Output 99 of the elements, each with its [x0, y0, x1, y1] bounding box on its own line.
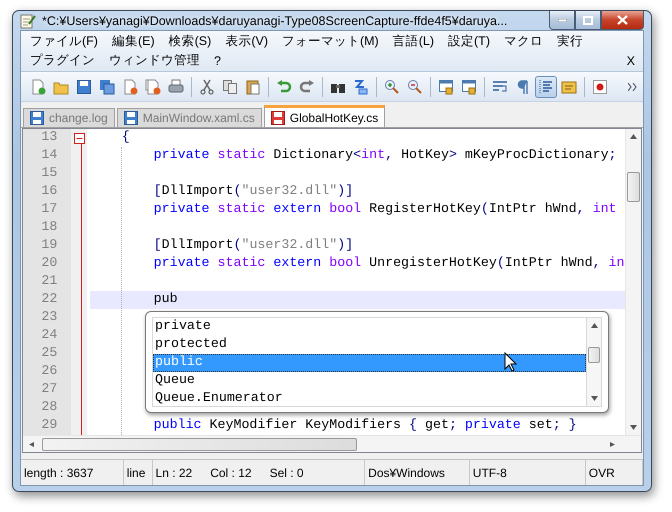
menu-item[interactable]: 実行 — [550, 33, 590, 50]
menu-item[interactable]: 表示(V) — [218, 33, 275, 50]
menu-item[interactable]: ウィンドウ管理 — [102, 52, 207, 69]
suggestion-item[interactable]: Queue.Enumerator — [153, 390, 586, 408]
line-number: 28 — [40, 399, 58, 416]
code-line: private static extern bool UnregisterHotKey(IntPtr hWnd, in — [152, 255, 625, 272]
line-number: 29 — [40, 417, 58, 434]
line-number: 27 — [40, 381, 58, 398]
menu-item[interactable]: 設定(T) — [441, 33, 497, 50]
redo-icon — [299, 78, 315, 94]
status-text: UTF-8 — [472, 466, 507, 480]
scroll-up-icon[interactable] — [590, 323, 598, 328]
record-icon — [592, 78, 608, 94]
line-number: 15 — [40, 165, 58, 182]
close-button[interactable] — [601, 11, 644, 30]
replace-icon — [353, 78, 369, 94]
line-number: 21 — [40, 273, 58, 290]
scroll-thumb[interactable] — [588, 347, 600, 363]
pilcrow-icon — [515, 78, 531, 94]
print-icon — [168, 78, 184, 94]
scroll-up-icon[interactable] — [630, 134, 637, 139]
popup-scrollbar[interactable] — [586, 317, 602, 407]
file-icon — [270, 110, 285, 124]
scroll-down-icon[interactable] — [630, 425, 637, 430]
line-number: 13 — [40, 129, 58, 146]
code-line: private static extern bool RegisterHotKey(IntPtr hWnd, int — [152, 201, 618, 218]
zoom-out-icon — [407, 78, 423, 94]
indent-guide-button[interactable] — [535, 76, 557, 98]
line-number: 18 — [40, 219, 58, 236]
paste-icon — [245, 78, 261, 94]
line-number: 16 — [40, 183, 58, 200]
line-number: 20 — [40, 255, 58, 272]
wrap-icon — [492, 78, 508, 94]
file-icon — [30, 111, 44, 125]
code-line: [DllImport("user32.dll")] — [152, 237, 354, 254]
code-line: { — [120, 129, 131, 146]
code-line: public KeyModifier KeyModifiers { get; private set; } — [152, 417, 578, 434]
scroll-down-icon[interactable] — [590, 396, 598, 401]
maximize-button[interactable] — [575, 11, 601, 30]
close-icon — [122, 78, 138, 94]
scroll-left-icon[interactable] — [29, 442, 36, 446]
close-icon — [617, 15, 628, 25]
indent-guide-icon — [538, 78, 554, 94]
cut-icon — [199, 78, 215, 94]
menu-item[interactable]: ファイル(F) — [23, 33, 105, 50]
folder-view-icon — [561, 78, 577, 94]
status-text: Col : 12 — [210, 466, 252, 480]
minimize-icon — [558, 18, 566, 22]
menu-item[interactable]: 検索(S) — [162, 33, 218, 50]
vertical-scrollbar[interactable] — [624, 129, 641, 435]
mouse-cursor-icon — [504, 352, 517, 372]
window-title: *C:¥Users¥yanagi¥Downloads¥daruyanagi-Type08ScreenCapture-ffde4f5¥daruya... — [42, 14, 508, 28]
zoom-in-icon — [384, 78, 400, 94]
line-number: 19 — [40, 237, 58, 254]
chevron-icon[interactable] — [628, 82, 637, 90]
suggestion-item[interactable]: protected — [153, 336, 586, 354]
maximize-icon — [583, 16, 593, 24]
notepad-icon — [20, 12, 36, 28]
scroll-thumb[interactable] — [626, 172, 640, 202]
suggestion-item[interactable]: private — [153, 318, 586, 336]
menu-item[interactable]: ? — [207, 54, 228, 68]
status-text: OVR — [588, 466, 615, 480]
status-text: Dos¥Windows — [368, 466, 445, 480]
undo-icon — [276, 78, 292, 94]
line-number: 26 — [40, 363, 58, 380]
code-editor[interactable] — [22, 128, 642, 453]
menu-item[interactable]: プラグイン — [23, 52, 102, 69]
status-text: length : 3637 — [24, 466, 94, 480]
menu-item[interactable]: 編集(E) — [104, 33, 162, 50]
close-all-icon — [145, 78, 161, 94]
file-icon — [124, 111, 138, 125]
sync-v-icon — [438, 78, 454, 94]
file-tab[interactable]: GlobalHotKey.cs — [264, 105, 386, 127]
code-line: [DllImport("user32.dll")] — [152, 183, 354, 200]
line-number: 24 — [40, 327, 58, 344]
line-number: 14 — [40, 147, 58, 164]
sync-h-icon — [461, 78, 477, 94]
line-number: 17 — [40, 201, 58, 218]
menu-item[interactable]: マクロ — [496, 33, 550, 50]
status-text: Sel : 0 — [270, 466, 304, 480]
save-icon — [76, 78, 92, 94]
fold-icon[interactable] — [74, 132, 85, 144]
horizontal-scrollbar[interactable] — [23, 435, 641, 452]
close-document-button[interactable]: X — [620, 54, 641, 68]
save-all-icon — [99, 78, 115, 94]
line-number: 25 — [40, 345, 58, 362]
suggestion-item[interactable]: Queue — [153, 372, 586, 390]
status-text: line — [126, 466, 146, 480]
menu-item[interactable]: フォーマット(M) — [274, 33, 386, 50]
new-icon — [30, 78, 46, 94]
scroll-thumb[interactable] — [42, 438, 357, 450]
scroll-right-icon[interactable] — [610, 442, 617, 446]
minimize-button[interactable] — [549, 11, 575, 30]
line-number: 22 — [40, 291, 58, 308]
line-number: 23 — [40, 309, 58, 326]
copy-icon — [222, 78, 238, 94]
menu-item[interactable]: 言語(L) — [386, 33, 442, 50]
status-text: Ln : 22 — [156, 466, 192, 480]
code-line: private static Dictionary<int, HotKey> mKeyProcDictionary; — [152, 147, 618, 164]
